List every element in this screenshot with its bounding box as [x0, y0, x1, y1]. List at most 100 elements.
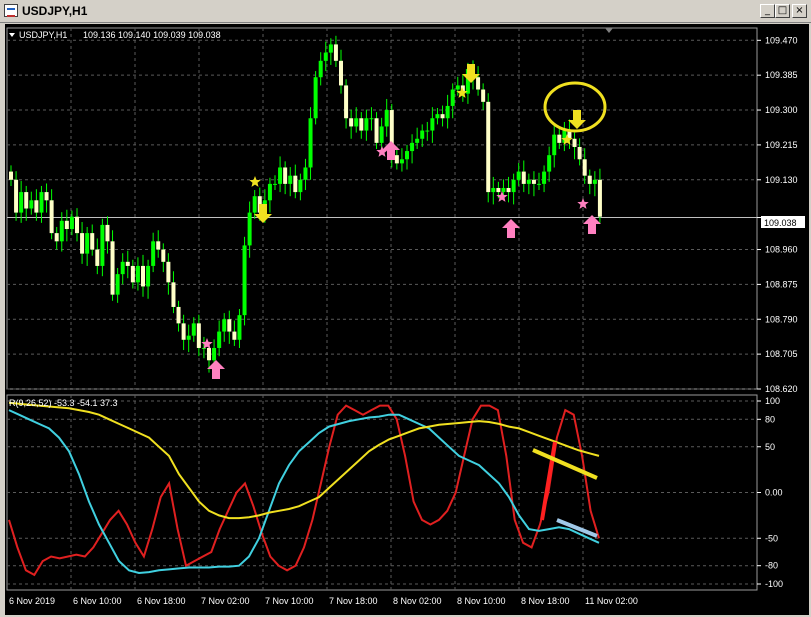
candle-body [191, 323, 196, 336]
candle-body [49, 200, 54, 234]
candle-body [435, 114, 440, 119]
window-title: USDJPY,H1 [22, 4, 88, 18]
candle-body [14, 179, 19, 213]
candle-body [69, 216, 74, 230]
candle-body [212, 347, 217, 361]
candle-body [516, 171, 521, 180]
candle-body [430, 118, 435, 131]
candle-body [130, 265, 135, 283]
chart-shift-marker-icon [605, 28, 613, 33]
candle-body [120, 261, 125, 275]
price-axis-label: 109.215 [765, 140, 798, 150]
indicator-axis-label: -100 [765, 579, 783, 589]
candle-body [450, 89, 455, 106]
price-header-symbol: USDJPY,H1 [19, 30, 67, 40]
candle-body [161, 249, 166, 262]
candle-body [445, 105, 450, 119]
candle-body [242, 245, 247, 316]
candle-body [207, 347, 211, 361]
indicator-axis-label: 50 [765, 442, 775, 452]
up-arrow-icon [207, 360, 225, 379]
candle-body [181, 323, 186, 340]
candle-body [44, 192, 49, 201]
candle-body [186, 335, 191, 340]
candle-body [496, 187, 501, 193]
price-axis-label: 108.875 [765, 279, 798, 289]
candle-body [425, 130, 430, 132]
price-header-ohlc: 109.136 109.140 109.039 109.038 [83, 30, 221, 40]
candle-body [592, 179, 597, 184]
candle-body [278, 167, 283, 184]
candle-body [288, 175, 293, 184]
price-axis-label: 109.300 [765, 105, 798, 115]
chart-area[interactable]: 109.470 109.385 109.300 109.215 109.130 108.9… [5, 24, 809, 615]
star-icon [249, 176, 261, 187]
candle-body [333, 44, 338, 61]
candle-body [577, 146, 582, 160]
time-axis-label: 6 Nov 10:00 [73, 596, 122, 606]
candle-body [354, 118, 359, 127]
up-arrow-icon [502, 219, 520, 238]
candle-body [247, 212, 252, 246]
candle-body [374, 118, 379, 143]
candle-body [135, 265, 140, 283]
candle-body [217, 331, 222, 348]
candle-body [597, 179, 602, 217]
candle-body [171, 282, 176, 307]
candle-body [582, 159, 587, 176]
candle-body [298, 179, 303, 193]
candle-body [410, 142, 415, 152]
candle-body [156, 241, 161, 250]
price-chart[interactable]: 109.470 109.385 109.300 109.215 109.130 108.9… [5, 24, 809, 615]
indicator-header: R(9,26,52) -53.3 -54.1 37.3 [9, 398, 118, 408]
indicator-axis-label: -50 [765, 533, 778, 543]
candle-body [511, 179, 516, 193]
indicator-red-line [8, 404, 600, 577]
candle-body [506, 187, 511, 193]
candle-body [308, 118, 313, 168]
candle-body [166, 261, 171, 283]
candle-body [237, 315, 242, 340]
candle-body [75, 216, 79, 234]
time-axis-label: 8 Nov 02:00 [393, 596, 442, 606]
candle-body [115, 274, 120, 295]
candle-body [572, 138, 577, 147]
candle-body [95, 249, 100, 266]
down-arrow-icon [254, 204, 272, 223]
candle-body [369, 118, 374, 120]
indicator-axis-label: 100 [765, 396, 780, 406]
candle-body [399, 159, 404, 164]
minimize-button[interactable]: _ [760, 4, 775, 18]
chart-window-icon [4, 4, 18, 17]
price-axis-label: 109.385 [765, 70, 798, 80]
candle-body [476, 77, 481, 90]
time-axis-label: 8 Nov 10:00 [457, 596, 506, 606]
maximize-button[interactable]: □ [775, 4, 790, 18]
candle-body [125, 261, 130, 266]
candle-body [481, 89, 486, 102]
candle-body [64, 220, 69, 230]
candle-body [29, 200, 34, 209]
candle-body [379, 126, 384, 143]
candle-body [491, 187, 496, 193]
candle-body [80, 233, 85, 254]
candle-body [105, 224, 110, 242]
indicator-axis-label: 0.00 [765, 488, 783, 498]
candle-body [9, 171, 13, 180]
candle-body [232, 331, 237, 340]
candle-body [552, 134, 557, 156]
candle-body [531, 179, 536, 184]
time-axis-label: 7 Nov 18:00 [329, 596, 378, 606]
candle-body [19, 192, 24, 213]
candle-body [344, 85, 349, 119]
close-button[interactable]: × [792, 4, 807, 18]
indicator-axis-label: -80 [765, 561, 778, 571]
indicator-axis-label: 80 [765, 414, 775, 424]
star-icon [577, 198, 589, 209]
chart-menu-triangle-icon[interactable] [9, 33, 15, 37]
time-axis-label: 6 Nov 18:00 [137, 596, 186, 606]
candle-body [384, 110, 389, 127]
candle-body [313, 77, 318, 119]
time-axis-label: 8 Nov 18:00 [521, 596, 570, 606]
candle-body [196, 323, 201, 348]
